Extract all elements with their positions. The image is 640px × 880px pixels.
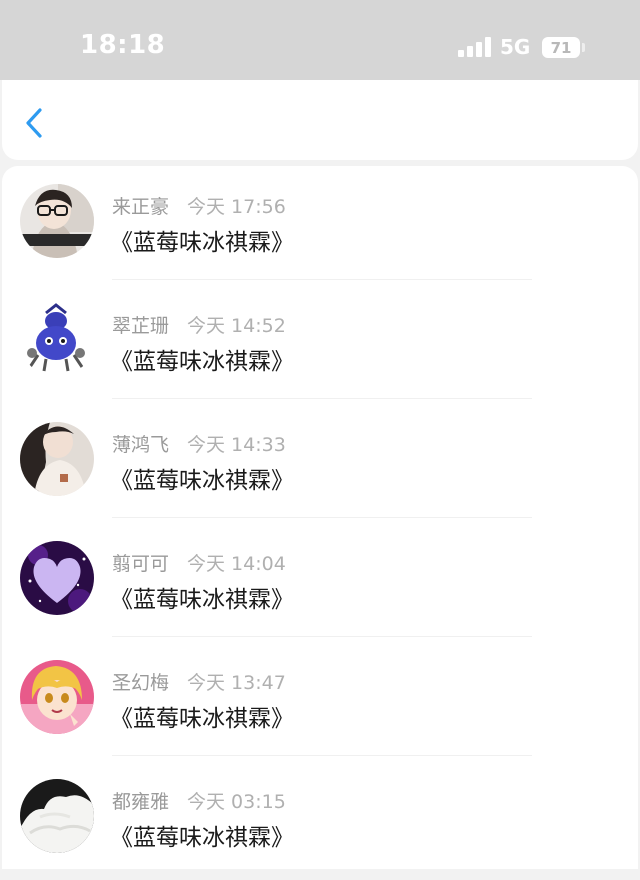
sender-name: 薄鸿飞 <box>112 434 170 456</box>
divider <box>112 279 532 280</box>
message-time: 今天 13:47 <box>187 672 286 694</box>
message-text: 《蓝莓味冰祺霖》 <box>110 349 294 375</box>
list-item[interactable]: 薄鸿飞 今天 14:33 《蓝莓味冰祺霖》 <box>2 404 638 523</box>
list-item[interactable]: 翦可可 今天 14:04 《蓝莓味冰祺霖》 <box>2 523 638 642</box>
nav-bar <box>2 80 638 160</box>
avatar[interactable] <box>20 422 94 496</box>
message-text: 《蓝莓味冰祺霖》 <box>110 230 294 256</box>
battery-level: 71 <box>550 38 572 57</box>
chevron-left-icon <box>26 108 42 138</box>
divider <box>112 517 532 518</box>
sender-name: 来正豪 <box>112 196 170 218</box>
list-item[interactable]: 都雍雅 今天 03:15 《蓝莓味冰祺霖》 <box>2 761 638 880</box>
message-time: 今天 14:33 <box>187 434 286 456</box>
sender-name: 圣幻梅 <box>112 672 170 694</box>
message-list: 来正豪 今天 17:56 《蓝莓味冰祺霖》 翠芷珊 今天 14:52 《蓝莓味冰… <box>2 166 638 869</box>
list-item[interactable]: 翠芷珊 今天 14:52 《蓝莓味冰祺霖》 <box>2 285 638 404</box>
message-time: 今天 17:56 <box>187 196 286 218</box>
avatar[interactable] <box>20 184 94 258</box>
back-button[interactable] <box>20 106 50 140</box>
sender-name: 翠芷珊 <box>112 315 170 337</box>
avatar[interactable] <box>20 660 94 734</box>
divider <box>112 398 532 399</box>
message-time: 今天 03:15 <box>187 791 286 813</box>
battery-icon: 71 <box>542 37 580 58</box>
message-text: 《蓝莓味冰祺霖》 <box>110 468 294 494</box>
sender-name: 翦可可 <box>112 553 170 575</box>
avatar[interactable] <box>20 303 94 377</box>
avatar[interactable] <box>20 541 94 615</box>
signal-icon <box>458 37 492 57</box>
status-time: 18:18 <box>80 30 166 60</box>
avatar[interactable] <box>20 779 94 853</box>
divider <box>112 636 532 637</box>
list-item[interactable]: 圣幻梅 今天 13:47 《蓝莓味冰祺霖》 <box>2 642 638 761</box>
sender-name: 都雍雅 <box>112 791 170 813</box>
battery-tip <box>582 43 585 52</box>
network-label: 5G <box>500 35 531 59</box>
divider <box>112 755 532 756</box>
message-time: 今天 14:04 <box>187 553 286 575</box>
list-item[interactable]: 来正豪 今天 17:56 《蓝莓味冰祺霖》 <box>2 166 638 285</box>
message-text: 《蓝莓味冰祺霖》 <box>110 706 294 732</box>
status-bar: 18:18 5G 71 <box>0 0 640 80</box>
message-text: 《蓝莓味冰祺霖》 <box>110 587 294 613</box>
message-time: 今天 14:52 <box>187 315 286 337</box>
message-text: 《蓝莓味冰祺霖》 <box>110 825 294 851</box>
